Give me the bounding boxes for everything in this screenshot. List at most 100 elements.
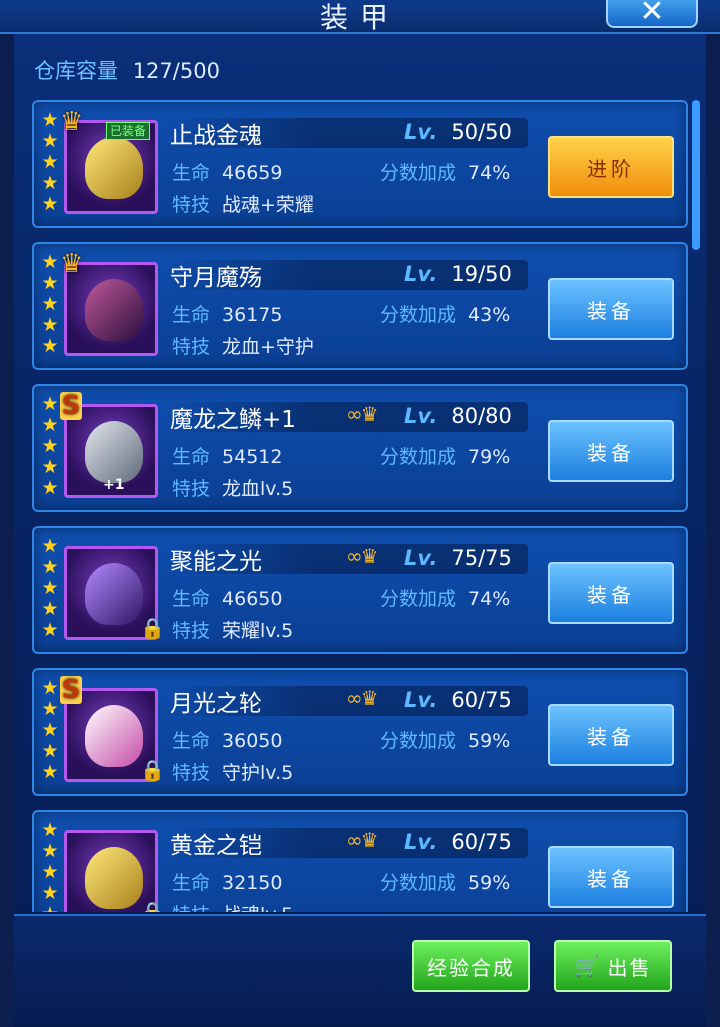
level-display: Lv. 50/50 [404,120,512,144]
lv-label: Lv. [404,120,438,144]
hp-value: 36175 [222,304,283,326]
bonus-row: 分数加成 79% [380,442,510,469]
armor-name: 黄金之铠 [170,833,262,859]
star-icon: ★ [41,840,59,862]
armor-icon [85,847,143,909]
level-value: 19/50 [451,262,512,286]
star-icon: ★ [41,314,59,336]
star-icon: ★ [41,598,59,620]
star-icon: ★ [41,535,59,557]
scrollbar[interactable] [692,100,700,250]
skill-label: 特技 [172,336,211,358]
bonus-value: 74% [468,162,511,184]
exp-synthesis-button[interactable]: 经验合成 [412,940,530,992]
crown-rank-icon: ♛ [60,249,84,279]
skill-label: 特技 [172,620,211,642]
bonus-row: 分数加成 59% [380,868,510,895]
armor-icon [85,421,143,483]
level-display: Lv. 80/80 [404,404,512,428]
skill-value: 战魂+荣耀 [222,194,314,216]
skill-label: 特技 [172,904,210,912]
capacity-label: 仓库容量 [34,59,118,83]
bonus-row: 分数加成 43% [380,300,510,327]
equipped-badge: 已装备 [106,122,151,140]
skill-value: 战魂lv.5 [222,904,293,912]
star-icon: ★ [41,677,59,699]
armor-card[interactable]: ★ ★ ★ ★ ★ +1 S 魔龙之鳞+1 ∞♛ Lv. 80/80 生命 54512 分数加成 79% 特技… [32,384,688,512]
lock-icon: 🔒 [140,758,165,782]
armor-card[interactable]: ★ ★ ★ ★ ★ 🔒 聚能之光 ∞♛ Lv. 75/75 生命 46650 分数加成 74% 特技 荣耀lv… [32,526,688,654]
bonus-label: 分数加成 [380,304,457,326]
skill-value: 守护lv.5 [222,762,294,784]
star-rating: ★★★★★ [40,678,62,783]
lv-label: Lv. [404,830,438,854]
level-display: Lv. 60/75 [404,688,512,712]
star-icon: ★ [41,435,59,457]
lock-icon: 🔒 [140,900,165,912]
level-value: 75/75 [451,546,512,570]
star-rating: ★★★★★ [40,394,62,499]
link-crown-icon: ∞♛ [346,686,379,710]
close-icon: ✕ [639,0,665,29]
bonus-row: 分数加成 59% [380,726,510,753]
star-icon: ★ [41,577,59,599]
star-rating: ★★★★★ [40,820,62,912]
armor-icon [85,137,143,199]
equip-button[interactable]: 装备 [548,420,674,482]
hp-row: 生命 36050 [172,726,282,753]
skill-row: 特技 守护lv.5 [172,758,293,785]
armor-card[interactable]: ★ ★ ★ ★ ★ ♛ 守月魔殇 Lv. 19/50 生命 36175 分数加成 43% 特技 龙血+守护装… [32,242,688,370]
star-icon: ★ [40,904,60,912]
level-display: Lv. 19/50 [404,262,512,286]
lock-icon: 🔒 [140,616,165,640]
sell-button[interactable]: 🛒 出售 [554,940,672,992]
star-icon: ★ [41,193,59,215]
star-rating: ★★★★★ [40,110,62,215]
equip-button[interactable]: 装备 [548,846,674,908]
equip-button[interactable]: 装备 [548,704,674,766]
level-display: Lv. 60/75 [404,830,512,854]
equip-button[interactable]: 装备 [548,278,674,340]
bonus-value: 74% [468,588,511,610]
star-icon: ★ [41,251,59,273]
star-icon: ★ [41,882,59,904]
hp-label: 生命 [172,162,211,184]
hp-value: 36050 [222,730,283,752]
star-icon: ★ [41,719,59,741]
star-icon: ★ [41,556,59,578]
hp-row: 生命 46650 [172,584,282,611]
armor-icon [85,563,143,625]
hp-row: 生命 54512 [172,442,282,469]
armor-card[interactable]: ★★★★★ 🔒 黄金之铠 ∞♛ Lv.60/75 生命32150 分数加成59% 特技 战魂lv… [32,810,688,912]
capacity-value: 127/500 [132,59,220,83]
star-icon: ★ [41,109,59,131]
bonus-value: 43% [468,304,511,326]
star-icon: ★ [41,740,59,762]
hp-row: 生命 46659 [172,158,282,185]
title-bar: 装甲 ✕ [0,0,720,34]
star-icon: ★ [41,335,59,357]
star-icon: ★ [41,414,59,436]
armor-list[interactable]: ★ ★ ★ ★ ★ ♛ 已装备 止战金魂 Lv. 50/50 生命 46659 分数加成 74% 特技 战魂+… [22,90,698,912]
armor-card[interactable]: ★ ★ ★ ★ ★ S 🔒 月光之轮 ∞♛ Lv. 60/75 生命 36050 分数加成 59% 特技 守护l… [32,668,688,796]
bonus-label: 分数加成 [380,872,457,894]
link-crown-icon: ∞♛ [346,828,379,852]
storage-capacity: 仓库容量 127/500 [34,55,220,85]
star-icon: ★ [41,477,59,499]
level-value: 80/80 [451,404,512,428]
equip-button[interactable]: 装备 [548,562,674,624]
star-icon: ★ [41,272,59,294]
skill-row: 特技 战魂lv.5 [172,900,293,912]
level-display: Lv. 75/75 [404,546,512,570]
hp-label: 生命 [172,588,211,610]
armor-card[interactable]: ★ ★ ★ ★ ★ ♛ 已装备 止战金魂 Lv. 50/50 生命 46659 分数加成 74% 特技 战魂+… [32,100,688,228]
bonus-label: 分数加成 [380,162,457,184]
lv-label: Lv. [404,688,438,712]
bonus-label: 分数加成 [380,446,457,468]
advance-button[interactable]: 进阶 [548,136,674,198]
hp-row: 生命 32150 [172,868,282,895]
armor-name: 聚能之光 [170,549,262,575]
star-icon: ★ [41,819,59,841]
close-button[interactable]: ✕ [606,0,698,29]
bonus-value: 79% [468,446,511,468]
